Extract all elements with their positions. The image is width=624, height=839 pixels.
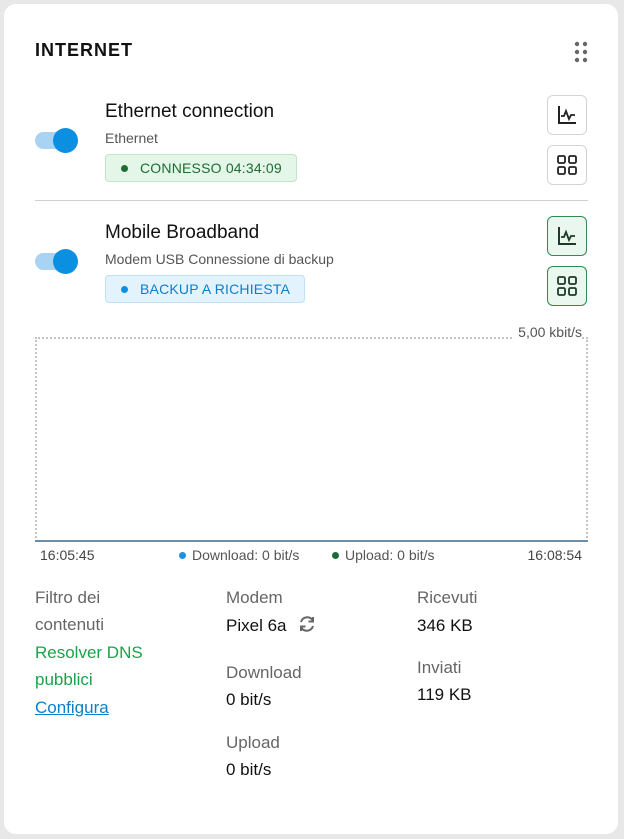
legend-upload-text: Upload: 0 bit/s xyxy=(345,547,435,563)
grid-icon xyxy=(557,276,577,296)
chart-icon xyxy=(558,227,576,245)
chart-icon xyxy=(558,106,576,124)
connection-name: Mobile Broadband xyxy=(105,222,260,243)
grid-icon xyxy=(557,155,577,175)
received-value: 346 KB xyxy=(417,616,473,635)
received-label: Ricevuti xyxy=(417,588,478,607)
download-value: 0 bit/s xyxy=(226,690,272,709)
upload-dot xyxy=(332,551,339,559)
connection-name: Ethernet connection xyxy=(105,101,275,122)
connections-divider xyxy=(35,200,588,201)
modem-label: Modem xyxy=(226,588,283,607)
upload-label: Upload xyxy=(226,733,280,752)
upload-value: 0 bit/s xyxy=(226,760,272,779)
sent-label: Inviati xyxy=(417,658,462,677)
toggle-knob xyxy=(53,128,78,153)
filter-label-line2: contenuti xyxy=(35,615,104,634)
sent-value: 119 KB xyxy=(417,685,472,704)
filter-value-line2: pubblici xyxy=(35,670,93,689)
graph-baseline xyxy=(35,540,588,542)
status-text: BACKUP A RICHIESTA xyxy=(140,281,291,297)
traffic-graph xyxy=(35,337,588,542)
legend-download: Download: 0 bit/s xyxy=(179,547,299,563)
status-dot xyxy=(121,165,128,172)
ethernet-details-button[interactable] xyxy=(547,145,587,185)
connection-subtitle: Ethernet xyxy=(105,130,158,146)
more-vertical-icon[interactable] xyxy=(574,41,588,63)
refresh-icon[interactable] xyxy=(296,613,318,635)
modem-value: Pixel 6a xyxy=(226,616,287,635)
filter-value-line1: Resolver DNS xyxy=(35,643,143,662)
toggle-knob xyxy=(53,249,78,274)
configure-link[interactable]: Configura xyxy=(35,698,109,718)
status-badge: CONNESSO 04:34:09 xyxy=(105,154,297,182)
ethernet-toggle[interactable] xyxy=(35,128,79,153)
legend-upload: Upload: 0 bit/s xyxy=(332,547,435,563)
filter-value: Resolver DNS pubblici xyxy=(35,639,143,693)
status-dot xyxy=(121,286,128,293)
download-label: Download xyxy=(226,663,302,682)
ethernet-chart-button[interactable] xyxy=(547,95,587,135)
connection-subtitle: Modem USB Connessione di backup xyxy=(105,251,334,267)
internet-card: INTERNET Ethernet connection Ethernet CO… xyxy=(4,4,618,834)
mobile-broadband-toggle[interactable] xyxy=(35,249,79,274)
card-title: INTERNET xyxy=(35,40,133,60)
graph-max-label: 5,00 kbit/s xyxy=(514,324,582,340)
graph-time-end: 16:08:54 xyxy=(527,547,583,563)
status-text: CONNESSO 04:34:09 xyxy=(140,160,282,176)
filter-label: Filtro dei contenuti xyxy=(35,584,104,638)
download-dot xyxy=(179,551,186,559)
mobile-details-button[interactable] xyxy=(547,266,587,306)
filter-label-line1: Filtro dei xyxy=(35,588,101,607)
legend-download-text: Download: 0 bit/s xyxy=(192,547,300,563)
graph-time-start: 16:05:45 xyxy=(40,547,95,563)
mobile-chart-button[interactable] xyxy=(547,216,587,256)
status-badge: BACKUP A RICHIESTA xyxy=(105,275,306,303)
